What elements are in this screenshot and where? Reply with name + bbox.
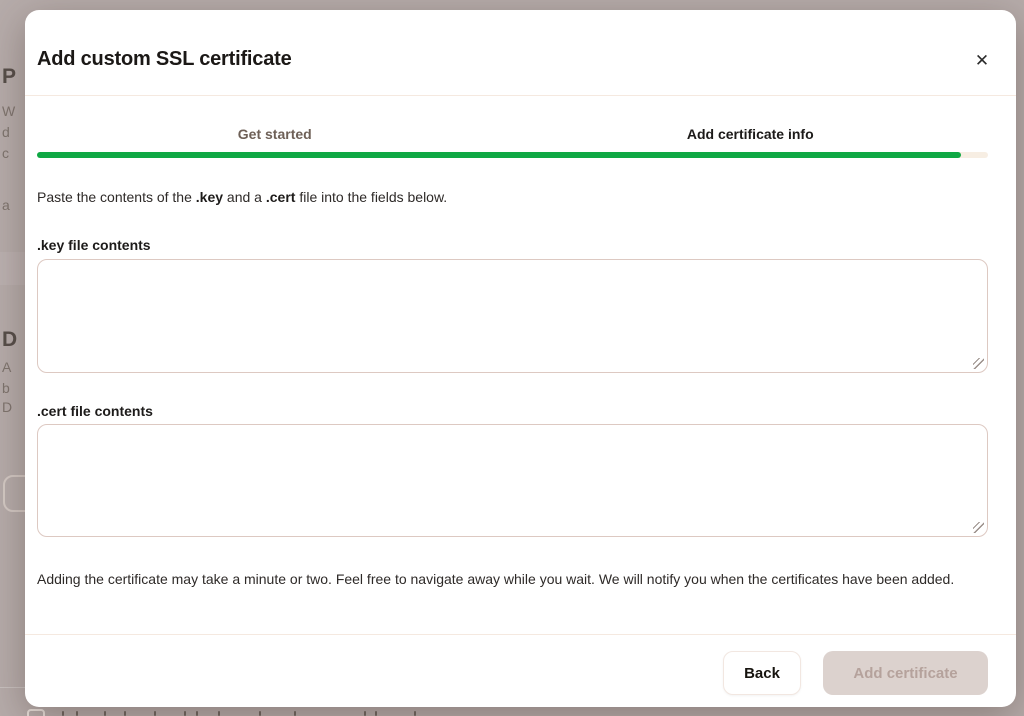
background-glimpse-fragment bbox=[124, 711, 126, 716]
background-glimpse-fragment bbox=[154, 711, 156, 716]
background-glimpse-fragment bbox=[364, 711, 366, 716]
cert-file-label: .cert file contents bbox=[37, 403, 153, 419]
background-glimpse-fragment bbox=[414, 711, 416, 716]
cert-file-textarea[interactable] bbox=[37, 424, 988, 537]
background-glimpse-fragment bbox=[196, 711, 198, 716]
add-certificate-button[interactable]: Add certificate bbox=[823, 651, 988, 695]
background-checkbox bbox=[27, 709, 45, 716]
progress-bar bbox=[37, 152, 988, 158]
key-file-textarea[interactable] bbox=[37, 259, 988, 373]
background-glimpse-text: P bbox=[2, 66, 16, 87]
add-ssl-certificate-dialog: Add custom SSL certificate ✕ Get started… bbox=[25, 10, 1016, 707]
key-file-field bbox=[37, 259, 988, 373]
background-glimpse-fragment bbox=[76, 711, 78, 716]
resize-handle-icon[interactable] bbox=[973, 522, 984, 533]
background-glimpse-text: d bbox=[2, 125, 10, 139]
dialog-title: Add custom SSL certificate bbox=[37, 48, 292, 71]
background-glimpse-text: A bbox=[2, 360, 11, 374]
step-indicator: Get started Add certificate info bbox=[37, 126, 988, 142]
background-glimpse-fragment bbox=[259, 711, 261, 716]
background-section-band bbox=[0, 252, 25, 285]
close-icon[interactable]: ✕ bbox=[965, 44, 999, 78]
background-glimpse-fragment bbox=[184, 711, 186, 716]
key-file-label: .key file contents bbox=[37, 237, 151, 253]
helper-text: Adding the certificate may take a minute… bbox=[37, 568, 988, 590]
background-glimpse-fragment bbox=[218, 711, 220, 716]
cert-file-field bbox=[37, 424, 988, 537]
step-get-started[interactable]: Get started bbox=[37, 126, 513, 142]
background-glimpse-text: D bbox=[2, 329, 17, 350]
back-button[interactable]: Back bbox=[723, 651, 801, 695]
background-glimpse-text: D bbox=[2, 400, 12, 414]
step-add-certificate-info: Add certificate info bbox=[513, 126, 989, 142]
intro-text: Paste the contents of the .key and a .ce… bbox=[37, 189, 988, 205]
progress-bar-fill bbox=[37, 152, 961, 158]
background-glimpse-text: c bbox=[2, 146, 9, 160]
background-glimpse-fragment bbox=[294, 711, 296, 716]
background-divider bbox=[0, 687, 25, 688]
footer-divider bbox=[25, 634, 1016, 635]
background-glimpse-text: W bbox=[2, 104, 15, 118]
resize-handle-icon[interactable] bbox=[973, 358, 984, 369]
background-glimpse-text: b bbox=[2, 381, 10, 395]
background-glimpse-text: a bbox=[2, 198, 10, 212]
background-glimpse-fragment bbox=[62, 711, 64, 716]
header-divider bbox=[25, 95, 1016, 96]
background-glimpse-fragment bbox=[104, 711, 106, 716]
background-glimpse-fragment bbox=[375, 711, 377, 716]
